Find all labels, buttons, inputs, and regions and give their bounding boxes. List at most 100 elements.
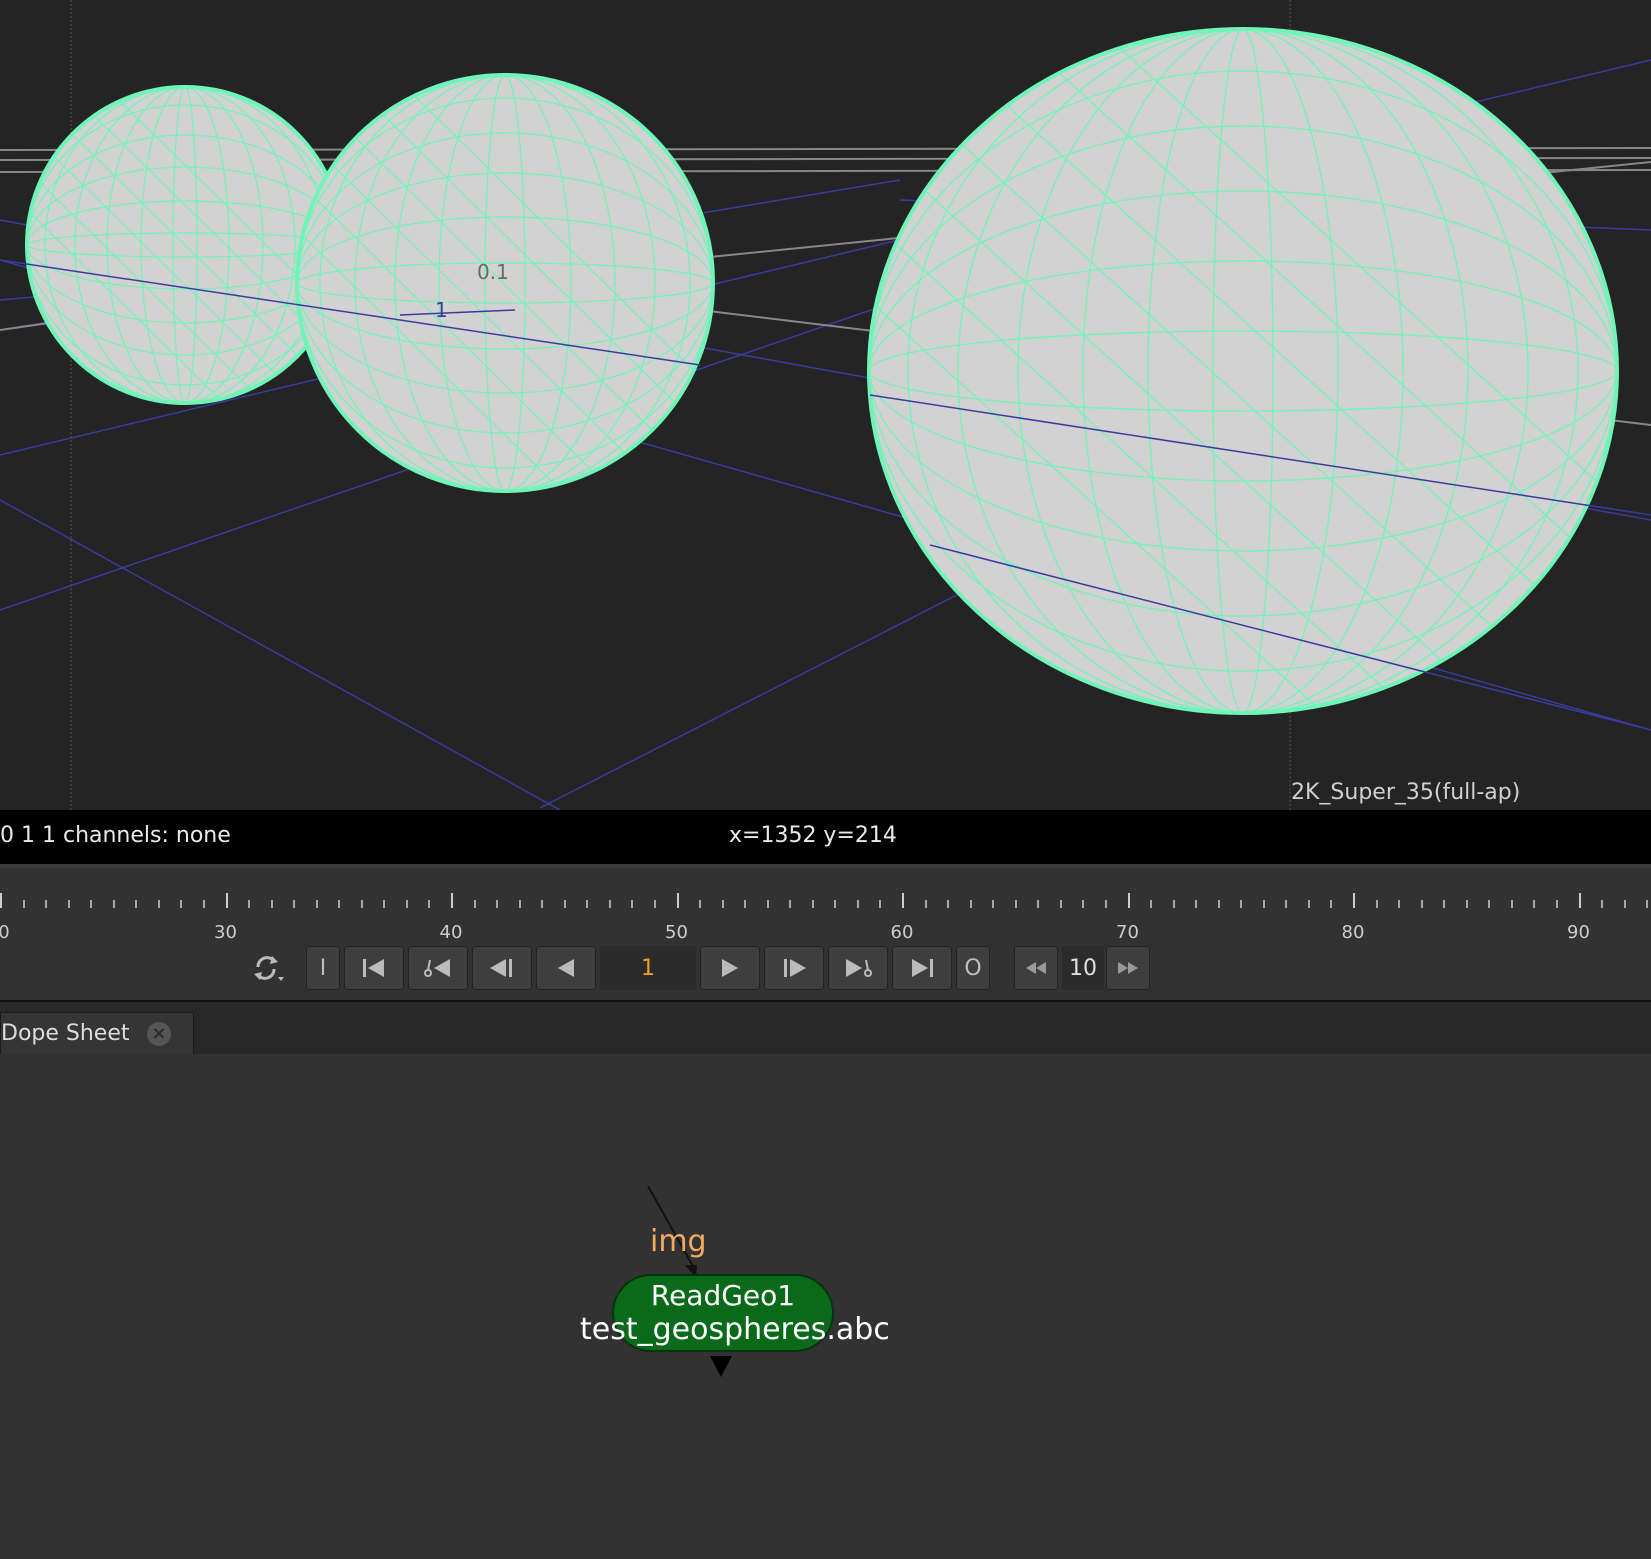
playback-controls: I 1 O 10 <box>0 946 1651 996</box>
ruler-tick <box>563 900 566 908</box>
step-back-icon <box>490 959 512 977</box>
node-graph[interactable]: img ReadGeo1 test_geospheres.abc <box>0 1054 1651 1559</box>
cursor-coordinates: x=1352 y=214 <box>729 823 897 848</box>
viewer-info-bar: 0 1 1 channels: none x=1352 y=214 <box>0 810 1651 868</box>
ruler-tick <box>496 900 499 908</box>
ruler-tick <box>1555 900 1558 908</box>
ruler-tick <box>969 900 972 908</box>
ruler-tick <box>405 900 408 908</box>
ruler-tick <box>1353 893 1355 908</box>
node-input-label: img <box>650 1224 707 1259</box>
ruler-label: 40 <box>439 922 463 943</box>
ruler-tick <box>744 900 747 908</box>
geosphere-2 <box>295 73 715 493</box>
tab-label: Dope Sheet <box>1 1021 130 1046</box>
ruler-tick <box>225 893 228 908</box>
ruler-tick <box>721 900 724 908</box>
ruler-label: 80 <box>1341 922 1365 943</box>
skip-end-icon <box>912 959 933 977</box>
next-key-icon <box>846 959 872 977</box>
ruler-tick <box>1172 900 1175 908</box>
next-keyframe-button[interactable] <box>828 946 888 990</box>
output-arrow-icon <box>710 1356 732 1377</box>
ruler-tick <box>541 900 544 908</box>
ruler-tick <box>1195 900 1198 908</box>
ruler-tick <box>473 900 476 908</box>
ruler-tick <box>248 900 251 908</box>
ruler-tick <box>1059 900 1062 908</box>
in-point-button[interactable]: I <box>306 946 340 990</box>
ruler-tick <box>902 893 904 908</box>
loop-mode-icon[interactable] <box>246 946 292 990</box>
play-forward-button[interactable] <box>700 946 760 990</box>
ruler-tick <box>1014 900 1017 908</box>
node-name: ReadGeo1 <box>650 1279 796 1312</box>
channels-info: 0 1 1 channels: none <box>0 823 231 848</box>
ruler-tick <box>428 900 431 908</box>
play-backward-button[interactable] <box>536 946 596 990</box>
frame-ruler[interactable]: 0 30 40 50 60 70 80 90 <box>0 868 1651 943</box>
ruler-tick <box>1037 900 1040 908</box>
ruler-tick <box>112 900 115 908</box>
ruler-tick <box>202 900 205 908</box>
ruler-tick <box>518 900 521 908</box>
ruler-tick <box>947 900 950 908</box>
step-forward-icon <box>784 959 806 977</box>
overlay-label-a: 0.1 <box>477 260 509 284</box>
play-icon <box>722 959 738 977</box>
ruler-tick <box>1262 900 1265 908</box>
ruler-tick <box>0 893 2 908</box>
ruler-tick <box>67 900 70 908</box>
ruler-tick <box>1104 900 1107 908</box>
panel-tab-bar: Dope Sheet × <box>0 1002 1651 1055</box>
ruler-label: 90 <box>1567 922 1590 943</box>
ruler-tick <box>699 900 702 908</box>
ruler-tick <box>293 900 296 908</box>
prev-key-icon <box>424 959 450 977</box>
ruler-tick <box>1533 900 1536 908</box>
ruler-tick <box>1601 900 1604 908</box>
rewind-icon <box>1026 962 1046 974</box>
ruler-tick <box>631 900 634 908</box>
geosphere-1 <box>25 85 345 405</box>
ruler-label: 30 <box>214 922 237 943</box>
3d-viewer[interactable]: 0.1 1 2K_Super_35(full-ap) <box>0 0 1651 810</box>
tab-dope-sheet[interactable]: Dope Sheet × <box>0 1012 194 1054</box>
last-frame-button[interactable] <box>892 946 952 990</box>
frame-increment-field[interactable]: 10 <box>1062 946 1104 990</box>
ruler-tick <box>766 900 769 908</box>
previous-keyframe-button[interactable] <box>408 946 468 990</box>
next-frame-button[interactable] <box>764 946 824 990</box>
ruler-tick <box>1285 900 1288 908</box>
ruler-tick <box>1307 900 1310 908</box>
ruler-tick <box>924 900 927 908</box>
ruler-tick <box>1330 900 1333 908</box>
ruler-tick <box>1443 900 1446 908</box>
skip-start-icon <box>363 959 384 977</box>
previous-frame-button[interactable] <box>472 946 532 990</box>
current-frame-field[interactable]: 1 <box>600 946 696 990</box>
viewer-canvas[interactable]: 0.1 1 <box>0 0 1651 810</box>
ruler-tick <box>1398 900 1401 908</box>
ruler-tick <box>1646 900 1649 908</box>
first-frame-button[interactable] <box>344 946 404 990</box>
out-point-button[interactable]: O <box>956 946 990 990</box>
ruler-tick <box>315 900 318 908</box>
ruler-tick <box>157 900 160 908</box>
step-back-increment-button[interactable] <box>1014 946 1058 990</box>
ruler-tick <box>1420 900 1423 908</box>
ruler-label: 0 <box>0 922 10 943</box>
timeline[interactable]: 0 30 40 50 60 70 80 90 I 1 O 10 <box>0 868 1651 1002</box>
close-icon[interactable]: × <box>147 1022 171 1046</box>
node-file-label: test_geospheres.abc <box>580 1312 890 1347</box>
ruler-label: 70 <box>1116 922 1139 943</box>
format-label: 2K_Super_35(full-ap) <box>1291 780 1521 805</box>
ruler-tick <box>992 900 995 908</box>
ruler-tick <box>1150 900 1153 908</box>
ruler-tick <box>586 900 589 908</box>
ruler-tick <box>451 893 453 908</box>
step-forward-increment-button[interactable] <box>1106 946 1150 990</box>
ruler-tick <box>879 900 882 908</box>
ruler-tick <box>1375 900 1378 908</box>
ruler-tick <box>1217 900 1220 908</box>
